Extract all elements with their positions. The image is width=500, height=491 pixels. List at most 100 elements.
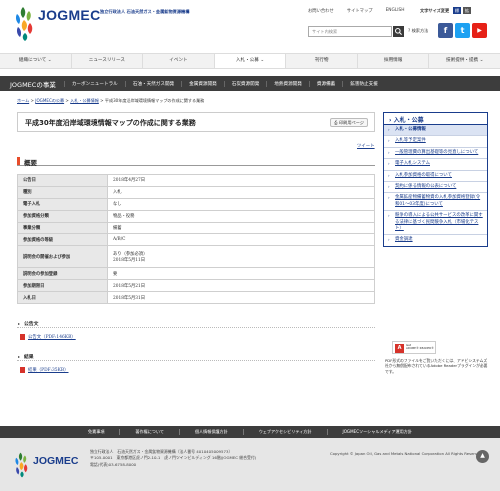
row-value: 要: [107, 267, 375, 281]
business-nav-item[interactable]: カーボンニュートラル: [63, 80, 125, 87]
jogmec-logo-icon[interactable]: [14, 6, 36, 42]
breadcrumb-home[interactable]: ホーム: [17, 98, 29, 103]
sidebar-item-label: 入札参加資格の取得について: [395, 172, 452, 178]
sidebar-item-e-bidding[interactable]: › 電子入札システム: [384, 159, 487, 171]
row-label: 事業分類: [17, 221, 108, 235]
adobe-reader-note: PDF形式のファイルをご覧いただくには、アドビシステムズ社から無償配布されている…: [385, 358, 488, 374]
business-nav-item[interactable]: 金属資源開発: [181, 80, 224, 87]
row-value: 2018年5月31日: [107, 291, 375, 305]
sidebar-item-metal-stockpile[interactable]: › 金属鉱産物備蓄物資の入札参加資格登録(令和01～03年度)について: [384, 193, 487, 212]
overview-table: 公告日 2018年4月27日 種別 入札 電子入札 なし 参加資格分類 物品・役務 事業…: [17, 174, 375, 305]
footer-link[interactable]: 免責事項: [73, 429, 119, 435]
footer-link[interactable]: 著作権について: [119, 429, 179, 435]
gnav-bids-tenders[interactable]: 入札・公募 ⌄: [214, 54, 287, 68]
contact-link[interactable]: お問い合わせ: [308, 8, 334, 14]
business-nav-item[interactable]: 鉱害防止支援: [342, 80, 385, 87]
row-value: 入札: [107, 185, 375, 199]
chevron-right-icon: ›: [388, 195, 390, 201]
get-adobe-reader-button[interactable]: A Get ADOBE® READER®: [392, 341, 436, 354]
table-row: 説明会の参加登録要: [17, 267, 375, 281]
table-row: 公告日 2018年4月27日: [17, 174, 375, 187]
business-nav-item[interactable]: 石油・天然ガス開発: [124, 80, 181, 87]
breadcrumb-separator: >: [65, 98, 69, 103]
footer-link[interactable]: JOGMECソーシャルメディア運用方針: [326, 429, 427, 435]
row-label: 説明会の開催および参加: [17, 245, 108, 269]
result-pdf-label: 結果（PDF:35KB）: [28, 368, 69, 373]
sidebar-nav: › 入札・公募 › 入札・公募情報 › 入札等予定案件 › 一般管理費の算出基礎等の見…: [383, 112, 488, 247]
pdf-icon: [20, 367, 25, 373]
breadcrumb-item[interactable]: 入札・公募情報: [70, 98, 99, 103]
sitemap-link[interactable]: サイトマップ: [347, 8, 373, 14]
heading-marker: [17, 157, 20, 165]
site-search-input[interactable]: サイト内検索: [308, 26, 392, 37]
adobe-badge-text: Get ADOBE® READER®: [406, 343, 434, 350]
gnav-organization[interactable]: 組織について ⌄: [0, 54, 72, 68]
youtube-icon[interactable]: ▶: [472, 23, 487, 38]
business-nav-title[interactable]: JOGMECの事業: [0, 79, 64, 89]
sidebar-item-label: 資金調達: [395, 237, 413, 243]
notice-heading-text: 公告文: [24, 322, 39, 327]
sidebar-item-admin-cost[interactable]: › 一般管理費の算出基礎等の見直しについて: [384, 148, 487, 160]
brand-name[interactable]: JOGMEC: [38, 7, 100, 23]
overview-heading-text: 概要: [24, 159, 37, 167]
gnav-technology[interactable]: 技術提供・提携 ⌄: [429, 54, 500, 68]
sidebar-item-qualification[interactable]: › 入札参加資格の取得について: [384, 171, 487, 183]
sidebar-item-label: 契約に係る情報の公表について: [395, 184, 457, 190]
printer-icon: ⎙: [334, 120, 338, 125]
page-title: 平成30年度沿岸域環境情報マップの作成に関する業務: [25, 119, 196, 127]
sidebar-heading[interactable]: › 入札・公募: [384, 113, 487, 125]
sidebar-item-funding[interactable]: › 資金調達: [384, 235, 487, 245]
gnav-label: 技術提供・提携: [446, 58, 479, 63]
help-icon: ?: [408, 28, 411, 33]
font-size-label: 文字サイズ変更: [420, 8, 450, 13]
breadcrumb-separator: >: [30, 98, 34, 103]
table-row: 事業分類 備蓄: [17, 221, 375, 235]
jogmec-logo-icon: [15, 452, 28, 478]
footer-address: 独立行政法人 石油天然ガス・金属鉱物資源機構（法人番号 401040500957…: [90, 449, 256, 468]
gnav-events[interactable]: イベント: [143, 54, 215, 68]
address-line: 電話(代表)03-6758-8000: [90, 461, 137, 467]
notice-pdf-link[interactable]: 公告文（PDF:146KB）: [20, 334, 76, 341]
sidebar-item-market-testing[interactable]: › 競争の導入による公共サービスの改革に関する法律に基づく民間競争入札（市場化テス…: [384, 211, 487, 236]
global-nav: 組織について ⌄ ニュースリリース イベント 入札・公募 ⌄ 刊行物 採用情報 …: [0, 53, 500, 69]
english-link[interactable]: ENGLISH: [386, 8, 405, 14]
business-nav-item[interactable]: 地熱資源開発: [266, 80, 309, 87]
gnav-publications[interactable]: 刊行物: [286, 54, 358, 68]
breadcrumb-separator: >: [100, 98, 104, 103]
business-nav-item[interactable]: 石炭資源開発: [223, 80, 267, 87]
footer-links: 免責事項 著作権について 個人情報保護方針 ウェブアクセシビリティ方針 JOGM…: [0, 426, 500, 438]
gnav-label: イベント: [169, 58, 188, 63]
font-size-large-button[interactable]: 拡大: [463, 7, 471, 20]
table-row: 参加資格分類 物品・役務: [17, 209, 375, 223]
font-size-normal-button[interactable]: 標準: [453, 7, 461, 20]
sidebar-item-contract-info[interactable]: › 契約に係る情報の公表について: [384, 182, 487, 194]
result-pdf-link[interactable]: 結果（PDF:35KB）: [20, 367, 69, 374]
search-help-link[interactable]: ? 検索方法: [408, 28, 428, 34]
gnav-news-release[interactable]: ニュースリリース: [72, 54, 144, 68]
footer-link[interactable]: ウェブアクセシビリティ方針: [242, 429, 327, 435]
sidebar-item-bid-info[interactable]: › 入札・公募情報: [384, 125, 487, 137]
footer-link[interactable]: 個人情報保護方針: [178, 429, 243, 435]
row-label: 種別: [17, 185, 108, 199]
gnav-recruitment[interactable]: 採用情報: [358, 54, 430, 68]
sidebar-item-planned-bids[interactable]: › 入札等予定案件: [384, 136, 487, 148]
site-footer: JOGMEC 独立行政法人 石油天然ガス・金属鉱物資源機構（法人番号 40104…: [0, 438, 500, 491]
row-value: A/B/C: [107, 233, 375, 247]
row-label: 参加資格分類: [17, 209, 108, 223]
business-nav: JOGMECの事業 カーボンニュートラル 石油・天然ガス開発 金属資源開発 石炭…: [0, 76, 500, 91]
site-header: JOGMEC 独立行政法人 石油天然ガス・金属鉱物資源機構 お問い合わせ サイト…: [0, 0, 500, 48]
table-row: 電子入札 なし: [17, 197, 375, 211]
twitter-icon[interactable]: t: [455, 23, 470, 38]
row-value: なし: [107, 197, 375, 211]
sidebar-item-label: 一般管理費の算出基礎等の見直しについて: [395, 149, 479, 155]
breadcrumb-item[interactable]: JOGMECの公募: [35, 98, 64, 103]
print-page-button[interactable]: ⎙ 印刷用ページ: [330, 118, 368, 127]
search-button[interactable]: [393, 26, 404, 37]
sidebar-item-label: 電子入札システム: [395, 161, 430, 167]
sidebar-item-label: 競争の導入による公共サービスの改革に関する法律に基づく民間競争入札（市場化テスト…: [395, 213, 483, 232]
facebook-icon[interactable]: f: [438, 23, 453, 38]
row-value: 物品・役務: [107, 209, 375, 223]
page-top-button[interactable]: ▲: [476, 450, 489, 463]
tweet-link[interactable]: ツイート: [357, 143, 375, 149]
business-nav-item[interactable]: 資源備蓄: [308, 80, 342, 87]
